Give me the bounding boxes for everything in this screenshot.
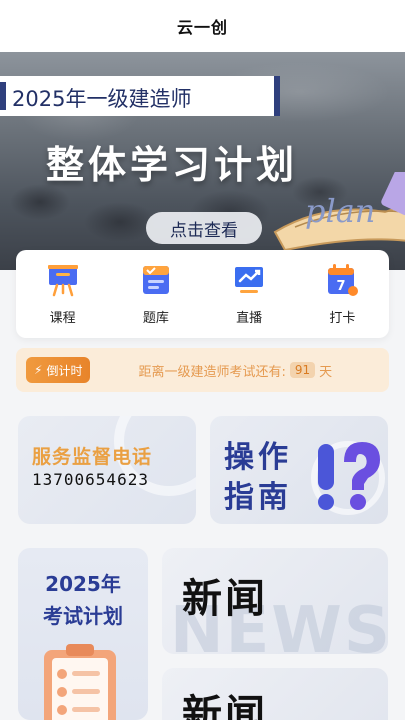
countdown-days: 91 — [289, 362, 316, 378]
easel-icon — [47, 264, 78, 296]
open-book-icon: plan — [273, 172, 405, 252]
promo-banner[interactable]: 2025年一级建造师 整体学习计划 plan 点击查看 — [0, 52, 405, 270]
nav-item-label: 题库 — [142, 310, 169, 326]
clipboard-checklist-icon — [44, 644, 116, 720]
banner-ribbon-text: 2025年一级建造师 — [12, 87, 192, 111]
page-title: 云一创 — [176, 18, 228, 37]
nav-item-label: 课程 — [49, 310, 76, 326]
plan-title: 考试计划 — [43, 604, 123, 628]
lightning-icon: ⚡ — [34, 363, 43, 377]
nav-item-label: 打卡 — [329, 310, 356, 326]
top-bar: 云一创 — [0, 0, 405, 52]
banner-decor-word: plan — [305, 192, 375, 230]
nav-item-question-bank[interactable]: 题库 — [121, 263, 191, 326]
guide-line2: 指南 — [224, 480, 292, 515]
service-phone: 13700654623 — [32, 470, 149, 489]
ribbon-accent-bar — [0, 82, 6, 110]
calendar-icon: 7 — [328, 263, 359, 296]
guide-line1: 操作 — [224, 440, 292, 475]
calendar-day: 7 — [337, 279, 346, 294]
news-title: 新闻 — [182, 692, 268, 720]
exam-plan-card[interactable]: 2025年 考试计划 — [18, 548, 148, 720]
exclamation-question-icon — [311, 441, 385, 515]
service-title: 服务监督电话 — [32, 446, 153, 468]
banner-ribbon: 2025年一级建造师 — [0, 76, 280, 116]
news-card[interactable]: NEWS 新闻 — [162, 548, 388, 654]
news-card[interactable]: 新闻 — [162, 668, 388, 720]
nav-item-courses[interactable]: 课程 — [28, 263, 98, 326]
nav-item-checkin[interactable]: 7 打卡 — [307, 263, 377, 326]
document-icon — [142, 265, 169, 294]
countdown-tag: ⚡ 倒计时 — [26, 357, 91, 383]
quick-nav: 课程 题库 直播 7 打卡 — [16, 250, 389, 338]
countdown-text: 距离一级建造师考试还有: 91 天 — [138, 361, 332, 380]
plan-year: 2025年 — [45, 572, 121, 596]
countdown-tag-label: 倒计时 — [46, 363, 83, 378]
exam-countdown: ⚡ 倒计时 距离一级建造师考试还有: 91 天 — [16, 348, 389, 392]
view-button[interactable]: 点击查看 — [146, 212, 262, 244]
nav-item-live[interactable]: 直播 — [214, 263, 284, 326]
banner-headline: 整体学习计划 — [46, 143, 299, 187]
countdown-suffix: 天 — [319, 364, 333, 380]
news-title: 新闻 — [182, 576, 268, 622]
nav-item-label: 直播 — [236, 310, 263, 326]
service-hotline-card[interactable]: 服务监督电话 13700654623 — [18, 416, 196, 524]
countdown-prefix: 距离一级建造师考试还有: — [138, 364, 286, 380]
monitor-chart-icon — [235, 266, 264, 293]
operation-guide-card[interactable]: 操作 指南 — [210, 416, 388, 524]
